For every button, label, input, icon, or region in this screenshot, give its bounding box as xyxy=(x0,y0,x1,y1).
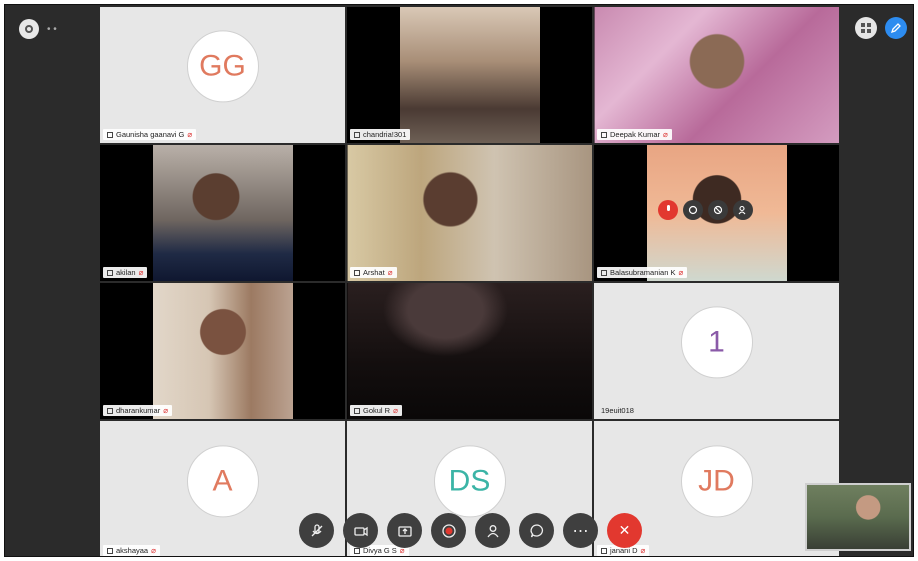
meeting-window: • • GG Gaunisha gaanavi G ⌀ chandria!301 xyxy=(4,4,914,557)
pencil-icon xyxy=(890,23,901,34)
tile-hover-controls xyxy=(658,200,753,220)
mute-mic-button[interactable] xyxy=(299,513,334,548)
participant-name: Gokul R xyxy=(363,406,391,415)
participant-name: Balasubramanian K xyxy=(610,268,676,277)
pin-icon xyxy=(601,547,607,554)
participant-name: Deepak Kumar xyxy=(610,130,661,139)
info-button[interactable] xyxy=(19,19,39,39)
spotlight-icon xyxy=(713,205,723,215)
top-left-controls: • • xyxy=(19,19,57,39)
avatar: 1 xyxy=(680,306,753,379)
video-off-icon xyxy=(353,526,368,536)
participant-tile[interactable]: chandria!301 xyxy=(347,7,592,143)
participant-tile[interactable]: GG Gaunisha gaanavi G ⌀ xyxy=(100,7,345,143)
pin-icon xyxy=(107,131,113,138)
participant-name-tag: dharankumar ⌀ xyxy=(103,405,173,416)
participant-name-tag: akilan ⌀ xyxy=(103,267,148,278)
participant-tile[interactable]: Arshat ⌀ xyxy=(347,145,592,281)
grid-layout-icon xyxy=(861,23,871,33)
remove-participant-button[interactable] xyxy=(733,200,753,220)
muted-mic-icon: ⌀ xyxy=(393,406,398,415)
participant-name-tag: Deepak Kumar ⌀ xyxy=(597,129,672,140)
pin-icon xyxy=(354,547,360,554)
participant-name-tag: akshayaa ⌀ xyxy=(103,545,160,556)
more-icon: ⋯ xyxy=(572,522,589,540)
participant-name: akilan xyxy=(116,268,136,277)
person-remove-icon xyxy=(738,205,746,215)
video-feed xyxy=(152,283,293,419)
muted-mic-icon: ⌀ xyxy=(663,130,668,139)
participant-grid: GG Gaunisha gaanavi G ⌀ chandria!301 Dee… xyxy=(100,7,842,556)
participant-name-tag: Gokul R ⌀ xyxy=(350,405,402,416)
record-icon xyxy=(441,523,456,538)
record-button[interactable] xyxy=(431,513,466,548)
participant-name-tag: chandria!301 xyxy=(350,129,411,140)
participant-tile[interactable]: Deepak Kumar ⌀ xyxy=(594,7,839,143)
self-video-feed xyxy=(807,485,909,549)
video-feed xyxy=(347,283,592,419)
pin-icon xyxy=(354,407,360,414)
share-screen-button[interactable] xyxy=(387,513,422,548)
participant-name: chandria!301 xyxy=(363,130,407,139)
pin-icon xyxy=(601,269,607,276)
pin-icon xyxy=(107,407,113,414)
video-feed xyxy=(594,7,839,143)
muted-mic-icon: ⌀ xyxy=(187,130,193,139)
chat-button[interactable] xyxy=(519,513,554,548)
video-feed xyxy=(347,145,592,281)
participant-name-tag: Balasubramanian K ⌀ xyxy=(597,267,688,278)
participant-name-tag: Gaunisha gaanavi G ⌀ xyxy=(103,129,197,140)
participant-name: dharankumar xyxy=(116,406,161,415)
share-icon xyxy=(397,525,412,537)
info-icon xyxy=(25,25,33,33)
video-feed xyxy=(152,145,293,281)
more-options-button[interactable]: ⋯ xyxy=(563,513,598,548)
participant-tile[interactable]: Balasubramanian K ⌀ xyxy=(594,145,839,281)
participant-tile[interactable]: akilan ⌀ xyxy=(100,145,345,281)
mute-participant-button[interactable] xyxy=(658,200,678,220)
muted-mic-icon: ⌀ xyxy=(678,268,684,277)
leave-meeting-button[interactable]: ✕ xyxy=(607,513,642,548)
chat-icon xyxy=(529,523,543,537)
muted-mic-icon: ⌀ xyxy=(151,546,156,555)
self-view[interactable] xyxy=(805,483,911,551)
layout-button[interactable] xyxy=(855,17,877,39)
pin-icon xyxy=(107,269,113,276)
participants-icon xyxy=(486,524,499,537)
pin-icon xyxy=(688,205,698,215)
pin-participant-button[interactable] xyxy=(683,200,703,220)
mic-icon xyxy=(666,205,670,211)
spotlight-button[interactable] xyxy=(708,200,728,220)
avatar: JD xyxy=(680,445,753,518)
participant-name: Gaunisha gaanavi G xyxy=(116,130,185,139)
settings-button[interactable] xyxy=(885,17,907,39)
mic-off-icon xyxy=(311,523,322,536)
meeting-toolbar: ⋯ ✕ xyxy=(299,513,642,548)
participant-name: Arshat xyxy=(363,268,385,277)
pin-icon xyxy=(107,547,113,554)
muted-mic-icon: ⌀ xyxy=(138,268,144,277)
participant-tile[interactable]: Gokul R ⌀ xyxy=(347,283,592,419)
participant-name-tag: Arshat ⌀ xyxy=(350,267,397,278)
participant-tile[interactable]: dharankumar ⌀ xyxy=(100,283,345,419)
muted-mic-icon: ⌀ xyxy=(163,406,169,415)
participants-button[interactable] xyxy=(475,513,510,548)
pin-icon xyxy=(354,269,360,276)
close-icon: ✕ xyxy=(618,522,631,538)
video-feed xyxy=(399,7,540,143)
participant-name: akshayaa xyxy=(116,546,149,555)
participant-tile[interactable]: 1 19euit018 xyxy=(594,283,839,419)
pin-icon xyxy=(601,131,607,138)
participant-name-tag: 19euit018 xyxy=(597,405,638,416)
pin-icon xyxy=(354,131,360,138)
participant-name: 19euit018 xyxy=(601,406,634,415)
avatar: DS xyxy=(433,445,506,518)
stop-video-button[interactable] xyxy=(343,513,378,548)
top-right-controls xyxy=(855,17,907,39)
avatar: A xyxy=(186,445,259,518)
connection-indicator: • • xyxy=(47,23,57,35)
muted-mic-icon: ⌀ xyxy=(387,268,393,277)
avatar: GG xyxy=(186,30,259,103)
